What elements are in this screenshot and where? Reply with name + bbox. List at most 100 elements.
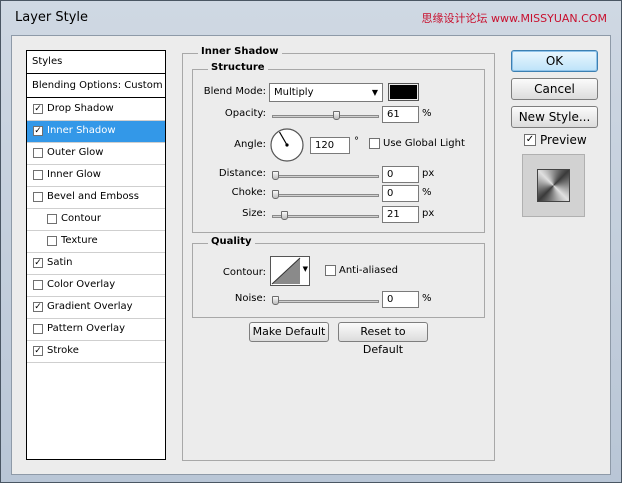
distance-slider-track[interactable] [272, 175, 379, 178]
anti-aliased-label: Anti-aliased [339, 265, 399, 276]
anti-aliased-checkbox[interactable] [325, 265, 336, 276]
angle-dial-icon [270, 128, 304, 162]
noise-slider-track[interactable] [272, 300, 379, 303]
style-item-stroke[interactable]: ✓ Stroke [27, 341, 165, 363]
contour-preview-icon [271, 257, 301, 285]
style-item-checkbox[interactable] [33, 170, 43, 180]
noise-slider-thumb[interactable] [272, 296, 279, 305]
style-item-label: Bevel and Emboss [47, 191, 139, 202]
style-item-checkbox[interactable] [33, 280, 43, 290]
style-item-checkbox[interactable] [33, 148, 43, 158]
style-item-pattern-overlay[interactable]: Pattern Overlay [27, 319, 165, 341]
contour-picker[interactable]: ▼ [270, 256, 310, 286]
shadow-color-fill [390, 85, 417, 99]
style-item-label: Inner Shadow [47, 125, 116, 136]
style-item-satin[interactable]: ✓ Satin [27, 253, 165, 275]
ok-button[interactable]: OK [511, 50, 598, 72]
style-item-outer-glow[interactable]: Outer Glow [27, 143, 165, 165]
cancel-button[interactable]: Cancel [511, 78, 598, 100]
style-item-inner-shadow[interactable]: ✓ Inner Shadow [27, 121, 165, 143]
distance-unit: px [422, 168, 435, 179]
window-title: Layer Style [15, 10, 89, 25]
size-input[interactable]: 21 [382, 206, 419, 223]
style-item-checkbox[interactable]: ✓ [33, 346, 43, 356]
style-item-checkbox[interactable] [33, 192, 43, 202]
choke-unit: % [422, 187, 432, 198]
make-default-button[interactable]: Make Default [249, 322, 329, 342]
style-item-checkbox[interactable] [47, 236, 57, 246]
choke-slider-thumb[interactable] [272, 190, 279, 199]
noise-unit: % [422, 293, 432, 304]
choke-input[interactable]: 0 [382, 185, 419, 202]
new-style-button[interactable]: New Style... [511, 106, 598, 128]
style-item-label: Satin [47, 257, 73, 268]
contour-label: Contour: [222, 267, 266, 278]
distance-label: Distance: [218, 168, 266, 179]
global-light-checkbox[interactable] [369, 138, 380, 149]
opacity-input[interactable]: 61 [382, 106, 419, 123]
styles-header[interactable]: Styles [27, 51, 165, 74]
style-item-label: Outer Glow [47, 147, 104, 158]
watermark-text: 思缘设计论坛 www.MISSYUAN.COM [421, 12, 607, 25]
style-item-checkbox[interactable]: ✓ [33, 126, 43, 136]
shadow-color-swatch[interactable] [388, 83, 419, 101]
noise-label: Noise: [234, 293, 266, 304]
title-bar[interactable]: Layer Style 思缘设计论坛 www.MISSYUAN.COM [1, 1, 621, 33]
style-item-checkbox[interactable] [33, 324, 43, 334]
choke-label: Choke: [231, 187, 266, 198]
size-unit: px [422, 208, 435, 219]
style-item-checkbox[interactable]: ✓ [33, 104, 43, 114]
blending-options-item[interactable]: Blending Options: Custom [27, 75, 165, 98]
blend-mode-label: Blend Mode: [203, 86, 266, 97]
reset-default-button[interactable]: Reset to Default [338, 322, 428, 356]
style-item-texture[interactable]: Texture [27, 231, 165, 253]
style-item-contour[interactable]: Contour [27, 209, 165, 231]
style-item-bevel-and-emboss[interactable]: Bevel and Emboss [27, 187, 165, 209]
styles-list: Styles Blending Options: Custom ✓ Drop Sh… [26, 50, 166, 460]
chevron-down-icon: ▼ [371, 88, 378, 97]
noise-input[interactable]: 0 [382, 291, 419, 308]
angle-input[interactable]: 120 [310, 137, 350, 154]
size-label: Size: [242, 208, 266, 219]
style-item-checkbox[interactable]: ✓ [33, 258, 43, 268]
dialog-body: Styles Blending Options: Custom ✓ Drop Sh… [11, 35, 611, 475]
size-slider-thumb[interactable] [280, 211, 288, 220]
styles-header-label: Styles [32, 56, 63, 67]
style-item-drop-shadow[interactable]: ✓ Drop Shadow [27, 99, 165, 121]
style-item-gradient-overlay[interactable]: ✓ Gradient Overlay [27, 297, 165, 319]
style-item-color-overlay[interactable]: Color Overlay [27, 275, 165, 297]
choke-slider-track[interactable] [272, 194, 379, 197]
size-slider-track[interactable] [272, 215, 379, 218]
preview-swatch [537, 169, 570, 202]
angle-dial[interactable] [269, 127, 305, 163]
preview-label: Preview [540, 133, 587, 147]
distance-slider-thumb[interactable] [272, 171, 279, 180]
dialog-window: Layer Style 思缘设计论坛 www.MISSYUAN.COM Styl… [0, 0, 622, 483]
angle-unit: ° [354, 136, 359, 147]
quality-group [192, 243, 485, 318]
style-item-label: Drop Shadow [47, 103, 114, 114]
blend-mode-value: Multiply [274, 87, 314, 98]
style-item-inner-glow[interactable]: Inner Glow [27, 165, 165, 187]
opacity-slider-thumb[interactable] [333, 111, 340, 120]
style-item-checkbox[interactable]: ✓ [33, 302, 43, 312]
blending-options-label: Blending Options: Custom [32, 80, 163, 91]
opacity-label: Opacity: [224, 108, 266, 119]
opacity-unit: % [422, 108, 432, 119]
style-item-label: Contour [61, 213, 101, 224]
opacity-slider-track[interactable] [272, 115, 379, 118]
style-item-checkbox[interactable] [47, 214, 57, 224]
blend-mode-select[interactable]: Multiply ▼ [269, 83, 383, 102]
style-item-label: Texture [61, 235, 98, 246]
preview-checkbox[interactable]: ✓ [524, 134, 536, 146]
style-preview-box [522, 154, 585, 217]
style-item-label: Color Overlay [47, 279, 116, 290]
quality-title: Quality [208, 236, 255, 247]
style-item-label: Gradient Overlay [47, 301, 133, 312]
style-item-label: Pattern Overlay [47, 323, 126, 334]
style-item-label: Stroke [47, 345, 79, 356]
style-item-label: Inner Glow [47, 169, 101, 180]
structure-title: Structure [208, 62, 268, 73]
distance-input[interactable]: 0 [382, 166, 419, 183]
contour-dropdown-icon[interactable]: ▼ [303, 265, 308, 273]
